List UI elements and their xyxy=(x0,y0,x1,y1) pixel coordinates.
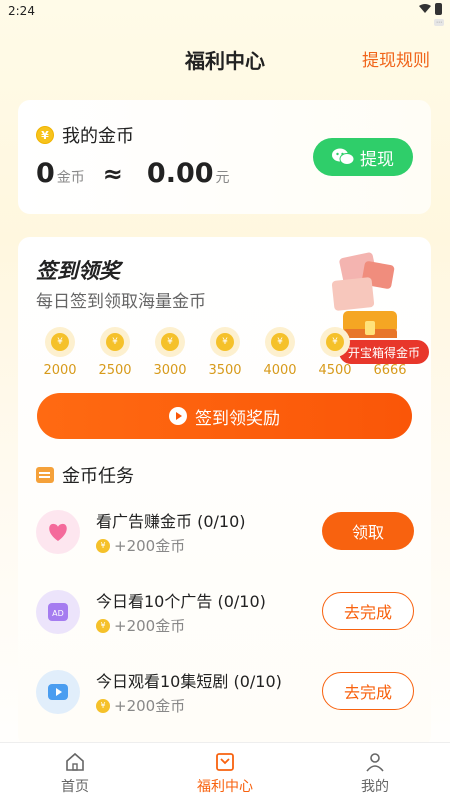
signin-day-5: ¥4000 xyxy=(256,327,304,378)
user-icon xyxy=(366,753,384,772)
signin-day-3: ¥3000 xyxy=(146,327,194,378)
play-icon xyxy=(169,407,187,425)
task-reward-text: +200金币 xyxy=(114,617,186,635)
coin-icon: ¥ xyxy=(45,327,75,357)
wechat-icon xyxy=(332,148,354,165)
task-reward: ¥ +200金币 xyxy=(96,695,185,716)
signin-day-1: ¥2000 xyxy=(36,327,84,378)
signin-card: 签到领奖 每日签到领取海量金币 开宝箱得金币 ¥2000 ¥2500 ¥3000… xyxy=(18,237,431,747)
coin-icon: ¥ xyxy=(100,327,130,357)
my-coins-label: 我的金币 xyxy=(62,126,134,147)
task-list-icon xyxy=(36,467,54,483)
svg-text:AD: AD xyxy=(52,609,64,618)
task-name: 今日看10个广告 (0/10) xyxy=(96,592,266,611)
ad-icon: AD xyxy=(36,590,80,634)
go-complete-button[interactable]: 去完成 xyxy=(322,592,414,630)
day-reward: 4500 xyxy=(318,363,352,378)
signin-day-4: ¥3500 xyxy=(201,327,249,378)
signin-title: 签到领奖 xyxy=(36,259,120,283)
signin-subtitle: 每日签到领取海量金币 xyxy=(36,292,206,312)
coin-amount: 0 xyxy=(36,158,55,189)
welfare-icon xyxy=(216,753,234,771)
task-item: AD 今日看10个广告 (0/10) ¥ +200金币 去完成 xyxy=(36,582,414,642)
withdraw-button[interactable]: 提现 xyxy=(313,138,413,176)
heart-video-icon xyxy=(36,510,80,554)
coin-tasks-header: 金币任务 xyxy=(36,462,134,488)
claim-button[interactable]: 领取 xyxy=(322,512,414,550)
status-bar: 2:24 ⋯ xyxy=(0,0,450,26)
status-time: 2:24 xyxy=(8,4,35,18)
task-name: 看广告赚金币 (0/10) xyxy=(96,512,246,531)
go-complete-button[interactable]: 去完成 xyxy=(322,672,414,710)
coin-icon: ¥ xyxy=(96,698,110,713)
coin-tasks-title: 金币任务 xyxy=(62,466,134,487)
signin-reward-button[interactable]: 签到领奖励 xyxy=(37,393,412,439)
coins-label-row: ¥ 我的金币 xyxy=(36,122,134,148)
tab-home[interactable]: 首页 xyxy=(0,743,150,800)
signin-days: ¥2000 ¥2500 ¥3000 ¥3500 ¥4000 ¥4500 ¥666… xyxy=(36,327,426,379)
day-reward: 4000 xyxy=(263,363,297,378)
coin-icon: ¥ xyxy=(36,126,54,144)
day-reward: 2000 xyxy=(43,363,77,378)
coin-icon: ¥ xyxy=(320,327,350,357)
bottom-tab-bar: 首页 福利中心 我的 xyxy=(0,742,450,800)
withdraw-label: 提现 xyxy=(360,149,394,170)
cash-amount: 0.00 xyxy=(146,158,214,189)
coin-icon: ¥ xyxy=(96,618,110,633)
coin-icon: ¥ xyxy=(155,327,185,357)
task-reward: ¥ +200金币 xyxy=(96,535,185,556)
coin-icon: ¥ xyxy=(265,327,295,357)
task-item: 今日观看10集短剧 (0/10) ¥ +200金币 去完成 xyxy=(36,662,414,722)
home-icon xyxy=(66,752,84,771)
approx-sign: ≈ xyxy=(102,160,123,188)
day-reward: 3500 xyxy=(208,363,242,378)
signin-button-label: 签到领奖励 xyxy=(195,408,280,429)
tab-welfare-label: 福利中心 xyxy=(197,779,253,795)
tab-mine-label: 我的 xyxy=(361,779,389,795)
tab-home-label: 首页 xyxy=(61,779,89,795)
signin-day-6: ¥4500 xyxy=(311,327,359,378)
header: 福利中心 提现规则 xyxy=(0,30,450,84)
coin-unit: 金币 xyxy=(56,170,85,186)
balance-row: 0 金币 ≈ 0.00 元 xyxy=(36,158,230,189)
coin-icon: ¥ xyxy=(96,538,110,553)
signin-day-7: ¥6666 xyxy=(366,327,414,378)
task-reward: ¥ +200金币 xyxy=(96,615,185,636)
tab-mine[interactable]: 我的 xyxy=(300,743,450,800)
wifi-icon xyxy=(419,4,431,13)
task-item: 看广告赚金币 (0/10) ¥ +200金币 领取 xyxy=(36,502,414,562)
sim-indicator: ⋯ xyxy=(434,19,444,26)
drama-play-icon xyxy=(36,670,80,714)
my-coins-card: ¥ 我的金币 0 金币 ≈ 0.00 元 提现 xyxy=(18,100,431,214)
tab-welfare[interactable]: 福利中心 xyxy=(150,743,300,800)
cash-unit: 元 xyxy=(215,170,230,186)
withdraw-rules-link[interactable]: 提现规则 xyxy=(362,46,430,71)
task-name: 今日观看10集短剧 (0/10) xyxy=(96,672,282,691)
task-reward-text: +200金币 xyxy=(114,537,186,555)
status-icons xyxy=(419,3,442,15)
task-reward-text: +200金币 xyxy=(114,697,186,715)
battery-icon xyxy=(435,3,442,15)
day-reward: 2500 xyxy=(98,363,132,378)
day-reward: 3000 xyxy=(153,363,187,378)
signin-day-2: ¥2500 xyxy=(91,327,139,378)
coin-icon: ¥ xyxy=(210,327,240,357)
day-reward: 6666 xyxy=(373,363,407,378)
